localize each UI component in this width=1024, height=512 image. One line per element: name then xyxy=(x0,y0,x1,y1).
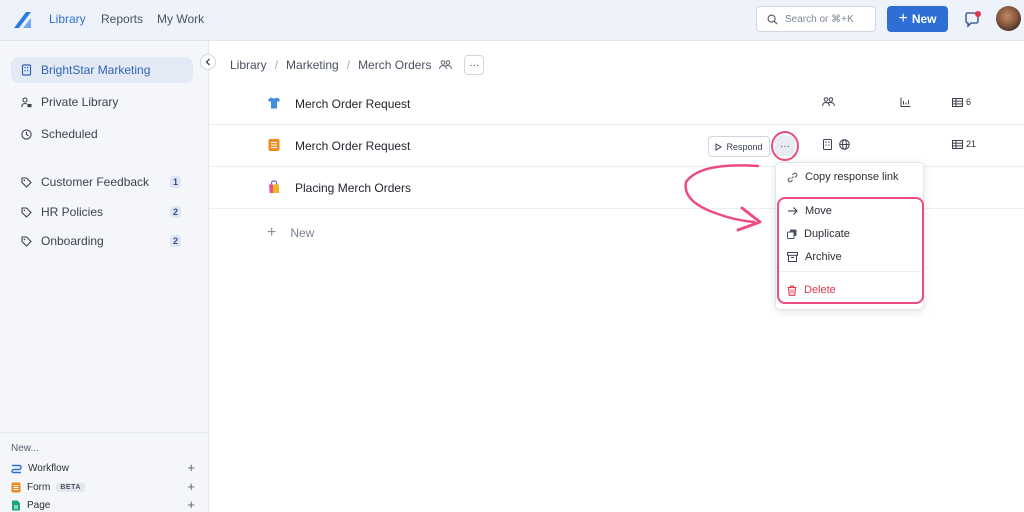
count-badge: 1 xyxy=(169,176,181,188)
search-icon xyxy=(767,14,778,25)
sidebar-tag-onboarding[interactable]: Onboarding 2 xyxy=(11,228,193,254)
form-icon xyxy=(268,139,280,151)
response-count-value: 21 xyxy=(966,139,977,149)
create-section: New... Workflow + Form BETA + Page + xyxy=(0,432,209,512)
nav-my-work[interactable]: My Work xyxy=(157,12,204,26)
sidebar: BrightStar Marketing Private Library Sch… xyxy=(0,41,209,512)
create-form[interactable]: Form BETA + xyxy=(11,479,195,495)
breadcrumb-merch-orders: Merch Orders xyxy=(358,58,432,72)
sidebar-item-label: BrightStar Marketing xyxy=(41,63,151,77)
sidebar-item-private-library[interactable]: Private Library xyxy=(11,89,193,115)
sidebar-tag-hr-policies[interactable]: HR Policies 2 xyxy=(11,199,193,225)
clock-icon xyxy=(21,128,32,140)
menu-item-label: Copy response link xyxy=(805,171,899,183)
tshirt-icon xyxy=(268,97,280,109)
breadcrumb-separator: / xyxy=(346,58,351,72)
plus-icon[interactable]: + xyxy=(187,479,195,495)
annotation-circle xyxy=(771,131,799,161)
respond-button[interactable]: Respond xyxy=(708,136,770,157)
create-workflow[interactable]: Workflow + xyxy=(11,460,195,476)
breadcrumb-more-button[interactable]: ··· xyxy=(464,55,485,75)
workflow-icon xyxy=(11,464,22,473)
new-button-label: New xyxy=(911,12,937,26)
row-title[interactable]: Merch Order Request xyxy=(295,139,410,153)
tag-icon xyxy=(21,176,32,188)
create-page[interactable]: Page + xyxy=(11,497,195,512)
breadcrumb: Library / Marketing / Merch Orders ··· xyxy=(230,55,485,75)
nav-reports[interactable]: Reports xyxy=(101,12,143,26)
chevron-left-icon xyxy=(205,58,210,66)
person-lock-icon xyxy=(21,96,32,107)
app-logo-icon[interactable] xyxy=(11,9,33,31)
annotation-highlight-box xyxy=(777,197,924,304)
create-item-label: Page xyxy=(27,499,51,511)
avatar[interactable] xyxy=(996,6,1021,31)
sidebar-tag-label: Onboarding xyxy=(41,234,104,248)
table-icon xyxy=(952,97,963,107)
table-icon xyxy=(952,139,963,149)
globe-icon xyxy=(839,139,850,150)
play-icon xyxy=(715,142,723,151)
nav-library[interactable]: Library xyxy=(49,12,86,26)
sidebar-tag-customer-feedback[interactable]: Customer Feedback 1 xyxy=(11,169,193,195)
table-row[interactable]: Merch Order Request 6 xyxy=(209,83,1024,125)
plus-icon[interactable]: + xyxy=(187,460,195,476)
plus-icon[interactable]: + xyxy=(187,497,195,512)
create-heading: New... xyxy=(11,443,39,454)
page-icon xyxy=(12,500,20,510)
search-input[interactable] xyxy=(785,10,873,28)
sidebar-tag-label: Customer Feedback xyxy=(41,175,150,189)
shopping-bag-icon xyxy=(269,180,279,193)
response-count-value: 6 xyxy=(966,97,972,107)
sidebar-item-label: Private Library xyxy=(41,95,119,109)
add-new-label: New xyxy=(290,226,315,240)
notifications-icon[interactable] xyxy=(963,11,981,29)
search-box[interactable] xyxy=(756,6,876,32)
tag-icon xyxy=(21,206,32,218)
notification-dot xyxy=(975,11,981,17)
count-badge: 2 xyxy=(169,206,181,218)
sidebar-item-brightstar-marketing[interactable]: BrightStar Marketing xyxy=(11,57,193,83)
table-row[interactable]: Merch Order Request 21 xyxy=(209,125,1024,167)
beta-badge: BETA xyxy=(56,482,85,492)
tag-icon xyxy=(21,235,32,247)
form-icon xyxy=(11,482,21,492)
sidebar-item-label: Scheduled xyxy=(41,127,98,141)
building-icon xyxy=(21,64,32,76)
menu-item-copy-response-link[interactable]: Copy response link xyxy=(776,167,925,187)
row-title[interactable]: Merch Order Request xyxy=(295,97,410,111)
shared-group-icon xyxy=(822,97,835,107)
count-badge: 2 xyxy=(169,235,181,247)
new-button[interactable]: + New xyxy=(887,6,948,32)
breadcrumb-marketing[interactable]: Marketing xyxy=(286,58,339,72)
chart-icon[interactable] xyxy=(900,97,911,107)
plus-icon: + xyxy=(898,10,908,27)
response-count[interactable]: 21 xyxy=(952,139,976,149)
add-new-row[interactable]: + New xyxy=(267,224,314,242)
plus-icon: + xyxy=(267,224,277,241)
sidebar-item-scheduled[interactable]: Scheduled xyxy=(11,121,193,147)
respond-button-label: Respond xyxy=(726,141,763,152)
create-item-label: Form xyxy=(27,481,51,493)
response-count[interactable]: 6 xyxy=(952,97,971,107)
annotation-arrow-icon xyxy=(684,164,762,232)
top-bar: Library Reports My Work + New xyxy=(0,0,1024,41)
create-item-label: Workflow xyxy=(28,462,69,474)
breadcrumb-separator: / xyxy=(274,58,279,72)
collapse-sidebar-button[interactable] xyxy=(200,54,216,70)
shared-group-icon xyxy=(439,60,453,70)
building-icon xyxy=(823,139,832,150)
sidebar-tag-label: HR Policies xyxy=(41,205,104,219)
row-title[interactable]: Placing Merch Orders xyxy=(295,181,411,195)
breadcrumb-library[interactable]: Library xyxy=(230,58,267,72)
link-icon xyxy=(787,172,798,182)
